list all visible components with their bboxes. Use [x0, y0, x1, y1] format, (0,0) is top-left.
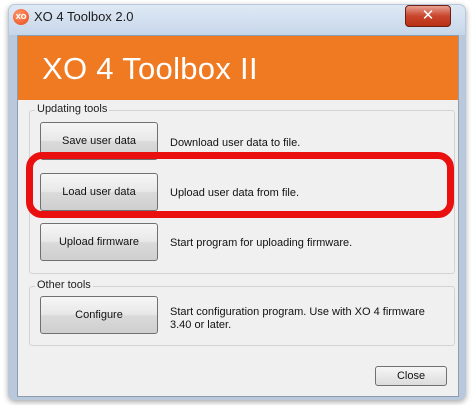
close-button[interactable]: Close: [375, 366, 447, 386]
banner-title: XO 4 Toolbox II: [42, 51, 258, 86]
save-user-data-description: Download user data to file.: [170, 137, 301, 149]
other-tools-label: Other tools: [35, 279, 93, 291]
app-icon: XO: [13, 9, 29, 25]
upload-firmware-button[interactable]: Upload firmware: [40, 223, 158, 261]
configure-description: Start configuration program. Use with XO…: [170, 306, 425, 331]
window-close-button[interactable]: ✕: [405, 5, 451, 27]
annotation-highlight: [26, 152, 454, 218]
window-title: XO 4 Toolbox 2.0: [34, 9, 134, 24]
header-banner: XO 4 Toolbox II: [18, 36, 458, 100]
configure-button[interactable]: Configure: [40, 296, 158, 334]
upload-firmware-description: Start program for uploading firmware.: [170, 237, 353, 249]
updating-tools-label: Updating tools: [35, 103, 110, 115]
